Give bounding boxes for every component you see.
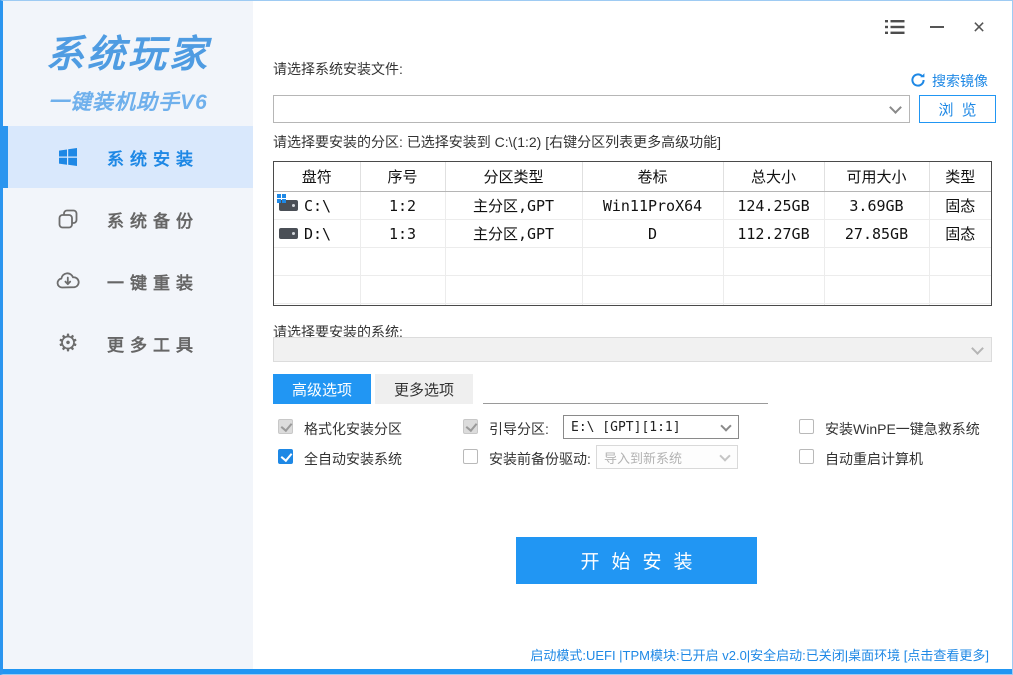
menu-list-icon[interactable] bbox=[884, 17, 906, 37]
cell-total-size: 124.25GB bbox=[723, 192, 824, 220]
windows-icon bbox=[55, 144, 81, 170]
boot-partition-checkbox[interactable] bbox=[463, 419, 478, 434]
backup-driver-select-value: 导入到新系统 bbox=[604, 448, 682, 467]
cell-volume-label: D bbox=[582, 220, 723, 248]
tab-advanced-options[interactable]: 高级选项 bbox=[273, 374, 371, 404]
cell-volume-label: Win11ProX64 bbox=[582, 192, 723, 220]
backup-driver-checkbox[interactable] bbox=[463, 449, 478, 464]
table-row-empty bbox=[274, 276, 991, 304]
windows-flag-icon bbox=[277, 194, 286, 203]
cell-partition-type: 主分区,GPT bbox=[445, 220, 582, 248]
tab-divider-line bbox=[483, 403, 768, 404]
auto-restart-checkbox[interactable] bbox=[799, 449, 814, 464]
app-window: 系统玩家 一键装机助手V6 系统安装 系统备份 bbox=[0, 0, 1013, 675]
main-panel: × 请选择系统安装文件: 搜索镜像 浏览 请选择要安装的分区: 已选择安装到 C… bbox=[253, 1, 1012, 669]
boot-partition-label: 引导分区: bbox=[489, 419, 549, 439]
cell-type: 固态 bbox=[929, 192, 991, 220]
cloud-reinstall-icon bbox=[55, 268, 81, 294]
options-row-2: 全自动安装系统 安装前备份驱动: 导入到新系统 自动重启计算机 bbox=[253, 445, 1012, 471]
partition-select-label: 请选择要安装的分区: 已选择安装到 C:\(1:2) [右键分区列表更多高级功能… bbox=[273, 132, 721, 152]
options-row-1: 格式化安装分区 引导分区: E:\ [GPT][1:1] 安装WinPE一键急救… bbox=[253, 415, 1012, 441]
col-header-free-size: 可用大小 bbox=[824, 162, 929, 192]
cell-free-size: 3.69GB bbox=[824, 192, 929, 220]
boot-partition-select-value: E:\ [GPT][1:1] bbox=[571, 420, 681, 435]
system-select[interactable] bbox=[273, 337, 992, 362]
sidebar-item-label: 更多工具 bbox=[107, 331, 199, 356]
winpe-checkbox[interactable] bbox=[799, 419, 814, 434]
window-bottom-accent-bar bbox=[3, 669, 1012, 674]
install-file-select[interactable] bbox=[273, 95, 910, 123]
status-bar[interactable]: 启动模式:UEFI |TPM模块:已开启 v2.0|安全启动:已关闭|桌面环境 … bbox=[530, 645, 989, 664]
col-header-partition-type: 分区类型 bbox=[445, 162, 582, 192]
search-mirror-link[interactable]: 搜索镜像 bbox=[910, 71, 988, 91]
col-header-volume-label: 卷标 bbox=[582, 162, 723, 192]
cell-partition-type: 主分区,GPT bbox=[445, 192, 582, 220]
sidebar-nav: 系统安装 系统备份 bbox=[3, 126, 253, 374]
gear-icon: ⚙ bbox=[55, 330, 81, 356]
file-select-label: 请选择系统安装文件: bbox=[273, 59, 403, 79]
boot-partition-select[interactable]: E:\ [GPT][1:1] bbox=[563, 415, 739, 439]
cell-index: 1:3 bbox=[360, 220, 445, 248]
format-partition-checkbox[interactable] bbox=[278, 419, 293, 434]
auto-install-checkbox[interactable] bbox=[278, 449, 293, 464]
browse-button[interactable]: 浏览 bbox=[919, 95, 996, 123]
col-header-index: 序号 bbox=[360, 162, 445, 192]
sidebar-item-label: 系统安装 bbox=[107, 145, 199, 170]
backup-driver-label: 安装前备份驱动: bbox=[489, 449, 591, 469]
drive-icon bbox=[279, 228, 298, 239]
start-install-button[interactable]: 开始安装 bbox=[516, 537, 757, 584]
chevron-down-icon bbox=[889, 101, 902, 114]
sidebar: 系统玩家 一键装机助手V6 系统安装 系统备份 bbox=[3, 1, 253, 669]
minimize-icon[interactable] bbox=[926, 17, 948, 37]
sidebar-item-label: 系统备份 bbox=[107, 207, 199, 232]
system-drive-icon bbox=[279, 200, 298, 211]
chevron-down-icon bbox=[971, 342, 984, 355]
col-header-total-size: 总大小 bbox=[723, 162, 824, 192]
sidebar-item-more-tools[interactable]: ⚙ 更多工具 bbox=[3, 312, 253, 374]
table-row-empty bbox=[274, 304, 991, 307]
tab-more-options[interactable]: 更多选项 bbox=[375, 374, 473, 404]
sidebar-item-one-key-reinstall[interactable]: 一键重装 bbox=[3, 250, 253, 312]
winpe-label: 安装WinPE一键急救系统 bbox=[825, 419, 980, 439]
partition-table[interactable]: 盘符 序号 分区类型 卷标 总大小 可用大小 类型 bbox=[273, 161, 992, 306]
backup-driver-select[interactable]: 导入到新系统 bbox=[596, 445, 738, 469]
table-header-row: 盘符 序号 分区类型 卷标 总大小 可用大小 类型 bbox=[274, 162, 991, 192]
auto-install-label: 全自动安装系统 bbox=[304, 449, 402, 469]
cell-free-size: 27.85GB bbox=[824, 220, 929, 248]
cell-type: 固态 bbox=[929, 220, 991, 248]
chevron-down-icon bbox=[719, 450, 730, 461]
sidebar-item-label: 一键重装 bbox=[107, 269, 199, 294]
chevron-down-icon bbox=[720, 420, 731, 431]
logo-subtitle: 一键装机助手V6 bbox=[3, 86, 253, 116]
table-row[interactable]: D:\ 1:3 主分区,GPT D 112.27GB 27.85GB 固态 bbox=[274, 220, 991, 248]
titlebar-controls: × bbox=[884, 17, 990, 37]
logo-title: 系统玩家 bbox=[3, 23, 253, 78]
format-partition-label: 格式化安装分区 bbox=[304, 419, 402, 439]
col-header-drive: 盘符 bbox=[274, 162, 360, 192]
auto-restart-label: 自动重启计算机 bbox=[825, 449, 923, 469]
col-header-type: 类型 bbox=[929, 162, 991, 192]
backup-icon bbox=[55, 206, 81, 232]
cell-index: 1:2 bbox=[360, 192, 445, 220]
sidebar-item-system-backup[interactable]: 系统备份 bbox=[3, 188, 253, 250]
close-icon[interactable]: × bbox=[968, 17, 990, 37]
sidebar-item-system-install[interactable]: 系统安装 bbox=[3, 126, 253, 188]
refresh-icon bbox=[910, 72, 926, 91]
table-row[interactable]: C:\ 1:2 主分区,GPT Win11ProX64 124.25GB 3.6… bbox=[274, 192, 991, 220]
app-logo: 系统玩家 一键装机助手V6 bbox=[3, 1, 253, 116]
search-mirror-label: 搜索镜像 bbox=[932, 71, 988, 91]
cell-total-size: 112.27GB bbox=[723, 220, 824, 248]
cell-drive: D:\ bbox=[304, 225, 331, 243]
table-row-empty bbox=[274, 248, 991, 276]
cell-drive: C:\ bbox=[304, 197, 331, 215]
